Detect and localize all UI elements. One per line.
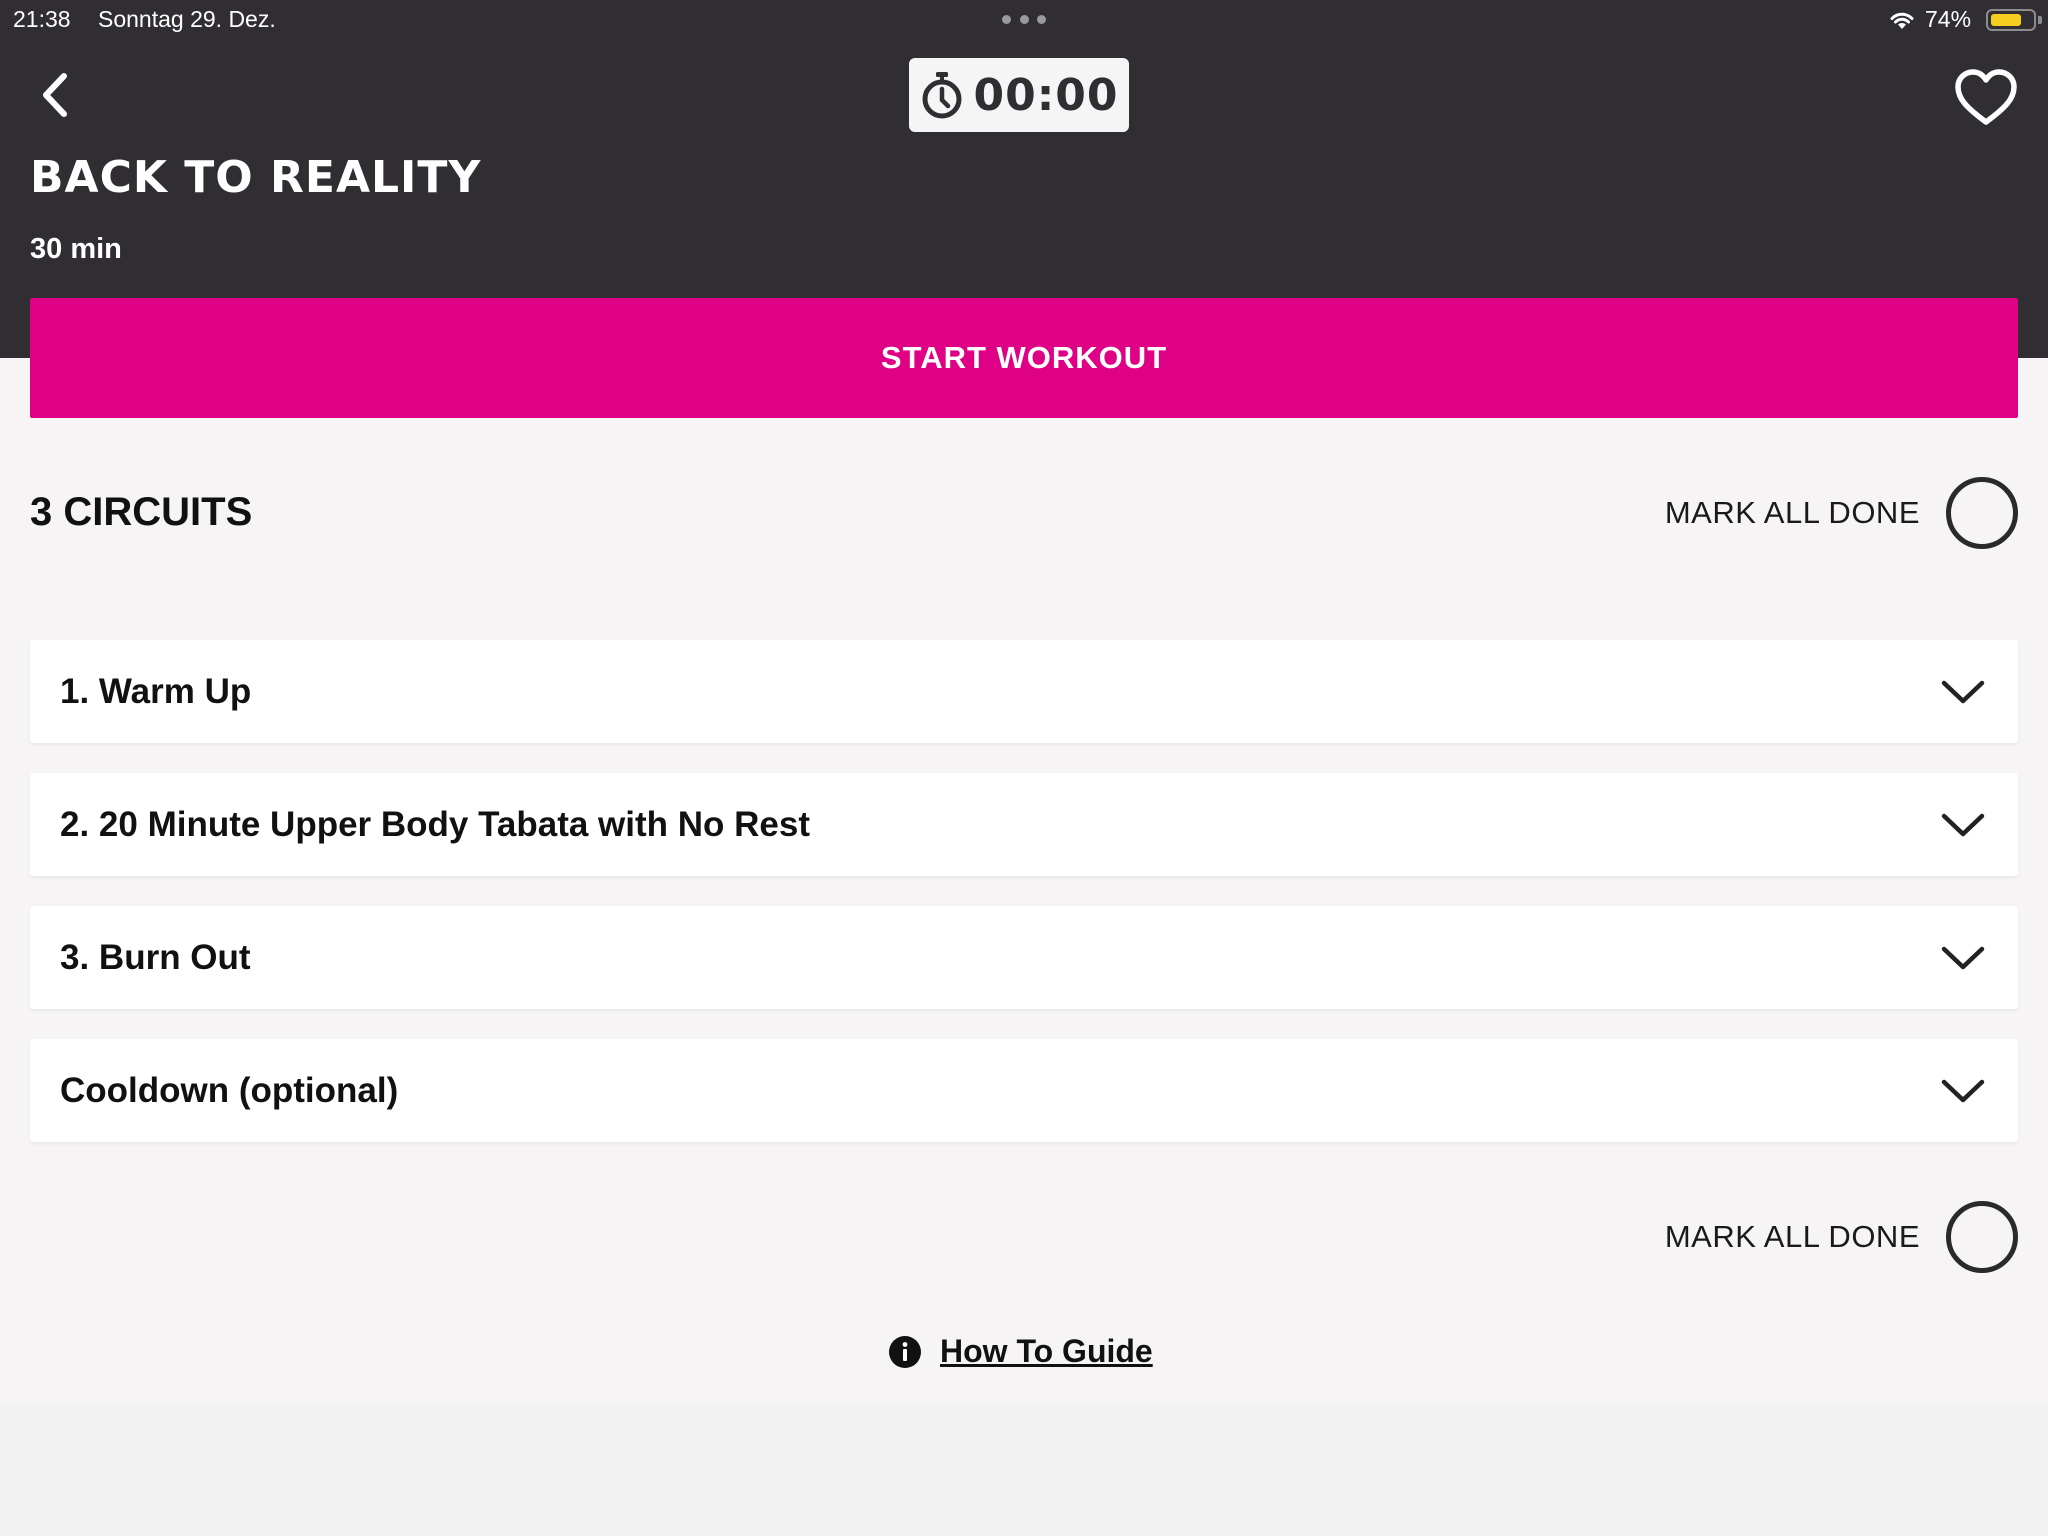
circuit-upper-body-tabata[interactable]: 2. 20 Minute Upper Body Tabata with No R… [30,773,2018,876]
back-button[interactable] [30,66,82,124]
mark-all-done-toggle-bottom[interactable]: MARK ALL DONE [1665,1201,2018,1273]
circuit-burn-out[interactable]: 3. Burn Out [30,906,2018,1009]
chevron-down-icon[interactable] [1940,1077,1986,1105]
circuit-name: 1. Warm Up [60,671,252,711]
circuit-name: 2. 20 Minute Upper Body Tabata with No R… [60,804,811,844]
circuits-count-heading: 3 CIRCUITS [30,490,253,534]
workout-detail-screen: 21:38 Sonntag 29. Dez. 74% 00:00 BACK TO… [0,0,2048,1536]
favorite-heart-icon[interactable] [1953,68,2019,128]
chevron-down-icon[interactable] [1940,944,1986,972]
status-bar: 21:38 Sonntag 29. Dez. 74% [0,0,2048,40]
chevron-down-icon[interactable] [1940,811,1986,839]
start-workout-button[interactable]: START WORKOUT [30,298,2018,418]
multitasking-dots-icon[interactable] [1002,15,1046,25]
workout-timer[interactable]: 00:00 [909,58,1129,132]
stopwatch-icon [922,72,962,119]
battery-nub [2038,16,2042,24]
chevron-down-icon[interactable] [1940,678,1986,706]
battery-percent: 74% [1925,6,1972,32]
status-time: 21:38 [13,6,71,32]
status-date: Sonntag 29. Dez. [98,6,276,32]
mark-all-done-toggle[interactable]: MARK ALL DONE [1665,477,2018,549]
mark-all-done-checkbox[interactable] [1946,1201,2018,1273]
how-to-guide-label[interactable]: How To Guide [940,1333,1153,1370]
mark-all-done-label: MARK ALL DONE [1664,1219,1920,1254]
mark-all-done-label: MARK ALL DONE [1664,495,1920,530]
info-icon [889,1335,921,1368]
how-to-guide-link[interactable]: How To Guide [888,1333,1153,1370]
circuit-name: Cooldown (optional) [60,1070,399,1110]
mark-all-done-checkbox[interactable] [1946,477,2018,549]
battery-fill [1991,14,2021,26]
circuit-name: 3. Burn Out [60,937,251,977]
battery-icon [1986,9,2036,31]
wifi-icon [1890,12,1914,29]
workout-duration: 30 min [30,233,122,265]
circuit-cooldown[interactable]: Cooldown (optional) [30,1039,2018,1142]
timer-value: 00:00 [973,69,1119,121]
circuit-warm-up[interactable]: 1. Warm Up [30,640,2018,743]
workout-title: BACK TO REALITY [30,152,482,203]
